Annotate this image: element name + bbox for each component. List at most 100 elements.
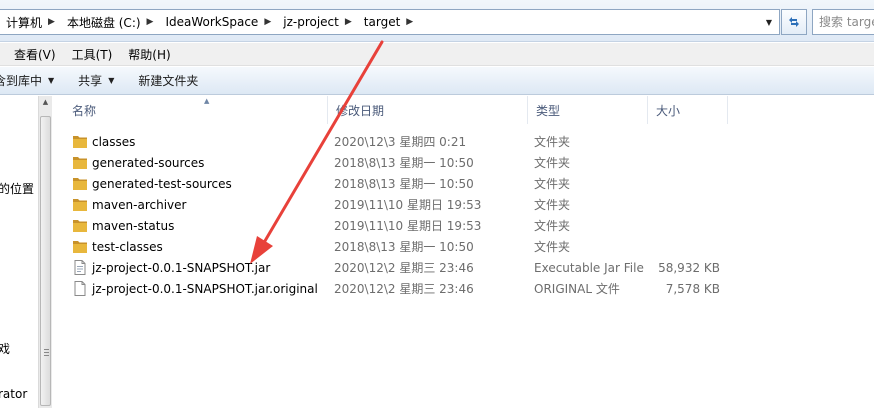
grip-line: [44, 355, 49, 356]
file-date: 2020\12\3 星期四 0:21: [334, 135, 467, 149]
new-folder-button[interactable]: 新建文件夹: [138, 70, 198, 92]
column-header-size-label: 大小: [656, 103, 681, 118]
file-row-snapshot-jar[interactable]: jz-project-0.0.1-SNAPSHOT.jar 2020\12\2 …: [70, 257, 730, 278]
breadcrumb-chevron-icon[interactable]: ▶: [343, 17, 358, 27]
file-size: [654, 152, 720, 173]
file-size: [654, 236, 720, 257]
scroll-up-icon[interactable]: ▲: [39, 98, 52, 110]
include-in-library-button[interactable]: 含到库中 ▼: [0, 70, 54, 92]
file-date: 2019\11\10 星期日 19:53: [334, 198, 482, 212]
folder-icon: [73, 241, 87, 253]
file-date: 2018\8\13 星期一 10:50: [334, 156, 474, 170]
navigation-scrollbar[interactable]: ▲: [38, 96, 52, 408]
file-date: 2018\8\13 星期一 10:50: [334, 240, 474, 254]
include-in-library-label: 含到库中: [0, 74, 43, 88]
file-name: generated-test-sources: [92, 176, 232, 191]
folder-icon: [73, 178, 87, 190]
file-name: jz-project-0.0.1-SNAPSHOT.jar.original: [92, 281, 318, 296]
breadcrumb-chevron-icon[interactable]: ▶: [262, 17, 277, 27]
grip-line: [44, 349, 49, 350]
breadcrumb-label: IdeaWorkSpace: [165, 15, 259, 29]
file-size: [654, 173, 720, 194]
menu-bar: 查看(V) 工具(T) 帮助(H): [0, 43, 874, 66]
file-size: 58,932 KB: [658, 260, 720, 275]
column-header-type[interactable]: 类型: [528, 96, 648, 124]
file-type: 文件夹: [534, 156, 571, 170]
folder-icon: [73, 157, 87, 169]
breadcrumb-label: 计算机: [6, 15, 43, 30]
file-list: 名称 ▲ 修改日期 类型 大小 classes 2020\12\3 星期四 0:…: [52, 96, 874, 408]
file-type: 文件夹: [534, 198, 571, 212]
file-size: 7,578 KB: [665, 281, 720, 296]
file-date: 2020\12\2 星期三 23:46: [334, 261, 474, 275]
breadcrumb-ideaworkspace[interactable]: IdeaWorkSpace ▶: [159, 10, 277, 34]
navigation-pane: 的位置 戏 rator: [0, 96, 38, 408]
file-name: generated-sources: [92, 155, 205, 170]
search-input[interactable]: [819, 15, 874, 29]
breadcrumb-chevron-icon[interactable]: ▶: [145, 17, 160, 27]
file-row-maven-status[interactable]: maven-status 2019\11\10 星期日 19:53 文件夹: [70, 215, 730, 236]
file-size: [654, 215, 720, 236]
file-type: Executable Jar File: [534, 260, 644, 275]
address-history-dropdown-icon[interactable]: ▼: [761, 10, 777, 34]
address-bar-strip: 计算机 ▶ 本地磁盘 (C:) ▶ IdeaWorkSpace ▶ jz-pro…: [0, 0, 874, 42]
file-row-classes[interactable]: classes 2020\12\3 星期四 0:21 文件夹: [70, 131, 730, 152]
file-row-generated-test-sources[interactable]: generated-test-sources 2018\8\13 星期一 10:…: [70, 173, 730, 194]
column-header-date-label: 修改日期: [336, 103, 385, 118]
search-box[interactable]: [812, 9, 874, 35]
column-header-date[interactable]: 修改日期: [328, 96, 528, 124]
menu-view[interactable]: 查看(V): [14, 46, 64, 63]
folder-icon: [73, 220, 87, 232]
file-row-snapshot-jar-original[interactable]: jz-project-0.0.1-SNAPSHOT.jar.original 2…: [70, 278, 730, 299]
breadcrumb-chevron-icon[interactable]: ▶: [404, 17, 419, 27]
breadcrumb-computer[interactable]: 计算机 ▶: [0, 10, 61, 34]
breadcrumb-target[interactable]: target ▶: [358, 10, 419, 34]
file-row-test-classes[interactable]: test-classes 2018\8\13 星期一 10:50 文件夹: [70, 236, 730, 257]
address-bar[interactable]: 计算机 ▶ 本地磁盘 (C:) ▶ IdeaWorkSpace ▶ jz-pro…: [0, 9, 780, 35]
share-button[interactable]: 共享 ▼: [78, 70, 114, 92]
sort-ascending-icon: ▲: [204, 97, 210, 105]
file-type: 文件夹: [534, 177, 571, 191]
file-size: [654, 131, 720, 152]
nav-item-administrator[interactable]: rator: [0, 387, 27, 401]
menu-tools[interactable]: 工具(T): [72, 46, 121, 63]
breadcrumb-chevron-icon[interactable]: ▶: [46, 17, 61, 27]
scrollbar-thumb[interactable]: [40, 116, 51, 406]
breadcrumb-label: 本地磁盘 (C:): [66, 15, 141, 30]
file-type: 文件夹: [534, 240, 571, 254]
breadcrumb-jz-project[interactable]: jz-project ▶: [277, 10, 358, 34]
nav-item-games[interactable]: 戏: [0, 340, 10, 357]
command-toolbar: 含到库中 ▼ 共享 ▼ 新建文件夹: [0, 67, 874, 95]
column-header-type-label: 类型: [536, 103, 561, 118]
jar-file-icon: [74, 260, 86, 275]
file-name: classes: [92, 134, 136, 149]
file-row-maven-archiver[interactable]: maven-archiver 2019\11\10 星期日 19:53 文件夹: [70, 194, 730, 215]
file-row-generated-sources[interactable]: generated-sources 2018\8\13 星期一 10:50 文件…: [70, 152, 730, 173]
column-header-name-label: 名称: [72, 103, 97, 118]
file-date: 2018\8\13 星期一 10:50: [334, 177, 474, 191]
nav-item-places[interactable]: 的位置: [0, 180, 34, 197]
breadcrumb-label: target: [363, 15, 401, 29]
file-type: 文件夹: [534, 219, 571, 233]
blank-file-icon: [74, 281, 86, 296]
refresh-button[interactable]: [781, 9, 807, 35]
column-header-size[interactable]: 大小: [648, 96, 728, 124]
grip-line: [44, 352, 49, 353]
breadcrumb-local-disk[interactable]: 本地磁盘 (C:) ▶: [61, 10, 160, 34]
folder-icon: [73, 199, 87, 211]
file-size: [654, 194, 720, 215]
file-name: jz-project-0.0.1-SNAPSHOT.jar: [92, 260, 271, 275]
share-label: 共享: [78, 74, 103, 88]
chevron-down-icon: ▼: [108, 76, 115, 85]
refresh-icon: [789, 17, 799, 27]
menu-help[interactable]: 帮助(H): [128, 46, 178, 63]
column-header-name[interactable]: 名称 ▲: [64, 96, 328, 124]
chevron-down-icon: ▼: [48, 76, 55, 85]
file-name: maven-archiver: [92, 197, 187, 212]
file-type: ORIGINAL 文件: [534, 282, 620, 296]
file-type: 文件夹: [534, 135, 571, 149]
file-date: 2020\12\2 星期三 23:46: [334, 282, 474, 296]
file-name: test-classes: [92, 239, 163, 254]
file-date: 2019\11\10 星期日 19:53: [334, 219, 482, 233]
new-folder-label: 新建文件夹: [138, 74, 199, 88]
